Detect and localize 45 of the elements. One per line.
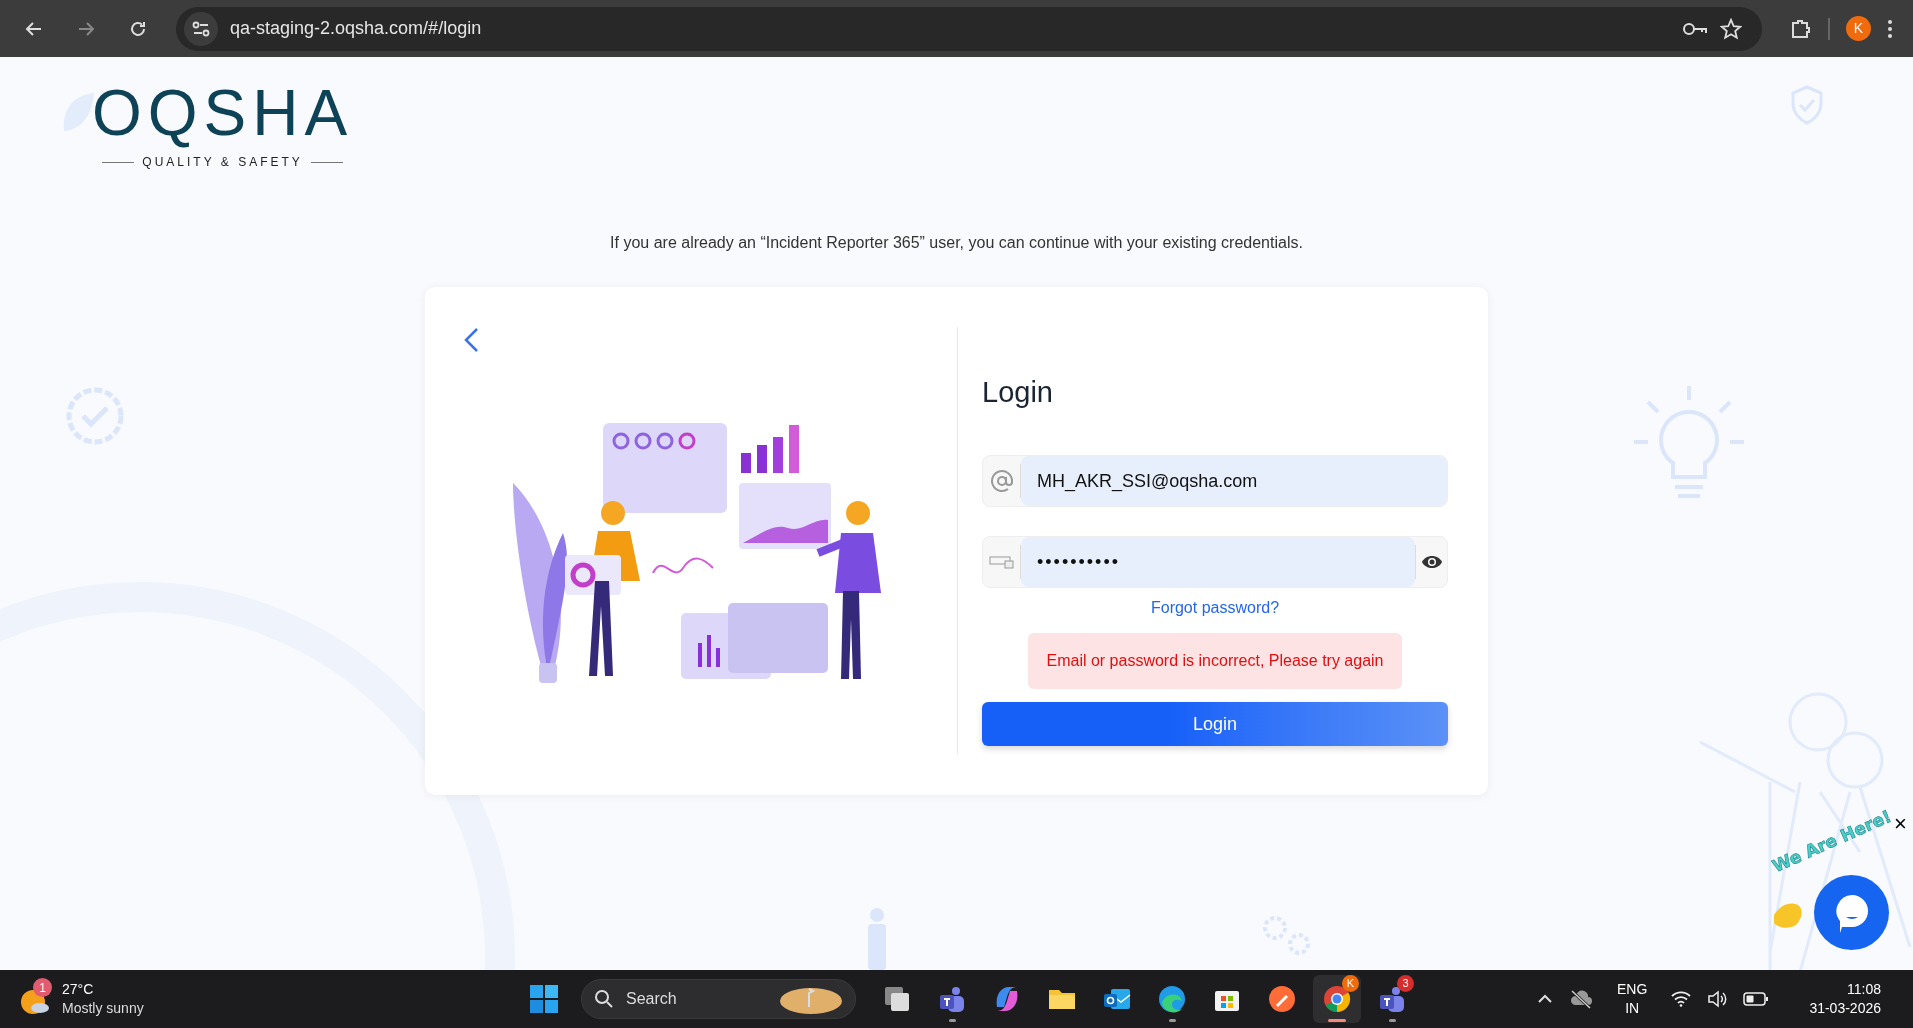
running-indicator	[1388, 1019, 1396, 1022]
notification-badge: 3	[1397, 975, 1414, 992]
wave-circle-icon	[1156, 983, 1188, 1015]
weather-badge: 1	[33, 978, 52, 997]
language-indicator[interactable]: ENG IN	[1609, 980, 1656, 1018]
bookmark-star-icon[interactable]	[1720, 17, 1742, 40]
site-settings-icon[interactable]	[184, 11, 218, 46]
forgot-password-link[interactable]: Forgot password?	[1150, 596, 1280, 620]
check-circle-icon	[64, 385, 126, 447]
running-indicator	[948, 1019, 956, 1022]
login-button[interactable]: Login	[982, 702, 1448, 746]
search-placeholder: Search	[626, 989, 678, 1009]
at-sign-icon	[989, 469, 1014, 493]
notice-text: If you are already an “Incident Reporter 365” user, you can continue with your existing credentials.	[610, 233, 1303, 253]
cloud-off-icon[interactable]	[1569, 989, 1594, 1009]
email-field[interactable]: MH_AKR_SSI@oqsha.com	[982, 455, 1448, 507]
clock[interactable]: 11:08 31-03-2026	[1809, 980, 1881, 1018]
menu-icon[interactable]	[1887, 17, 1893, 40]
taskbar-app-button[interactable]: 3	[1368, 975, 1416, 1023]
chevron-up-icon[interactable]	[1537, 994, 1554, 1004]
chat-bubble-icon	[1833, 892, 1870, 933]
speaker-icon[interactable]	[1707, 990, 1728, 1008]
shield-check-icon	[1790, 85, 1824, 125]
running-indicator	[1168, 1019, 1176, 1022]
start-windows-icon[interactable]	[528, 983, 560, 1015]
close-button[interactable]: ×	[1894, 813, 1907, 835]
running-indicator	[1328, 1019, 1346, 1022]
battery-icon[interactable]	[1743, 992, 1770, 1006]
password-field[interactable]: ••••••••••	[982, 536, 1448, 588]
temperature-text: 27°C	[62, 980, 95, 999]
notification-badge: K	[1342, 975, 1359, 992]
password-keys-icon	[988, 555, 1015, 569]
taskbar-search-field[interactable]: Search	[581, 979, 856, 1019]
error-message: Email or password is incorrect, Please try again	[1028, 633, 1402, 689]
login-heading: Login	[982, 375, 1054, 409]
url-text: qa-staging-2.oqsha.com/#/login	[230, 17, 482, 40]
extensions-icon[interactable]	[1790, 17, 1812, 40]
chat-launcher-button[interactable]	[1814, 875, 1889, 950]
logo-tagline: QUALITY & SAFETY	[142, 154, 303, 171]
wifi-icon[interactable]	[1671, 991, 1692, 1007]
show-password-eye-icon[interactable]	[1420, 554, 1443, 570]
search-icon	[594, 989, 614, 1009]
address-bar[interactable]: qa-staging-2.oqsha.com/#/login	[176, 6, 1762, 51]
weather-condition-text: Mostly sunny	[62, 999, 144, 1018]
back-icon[interactable]	[463, 327, 481, 353]
